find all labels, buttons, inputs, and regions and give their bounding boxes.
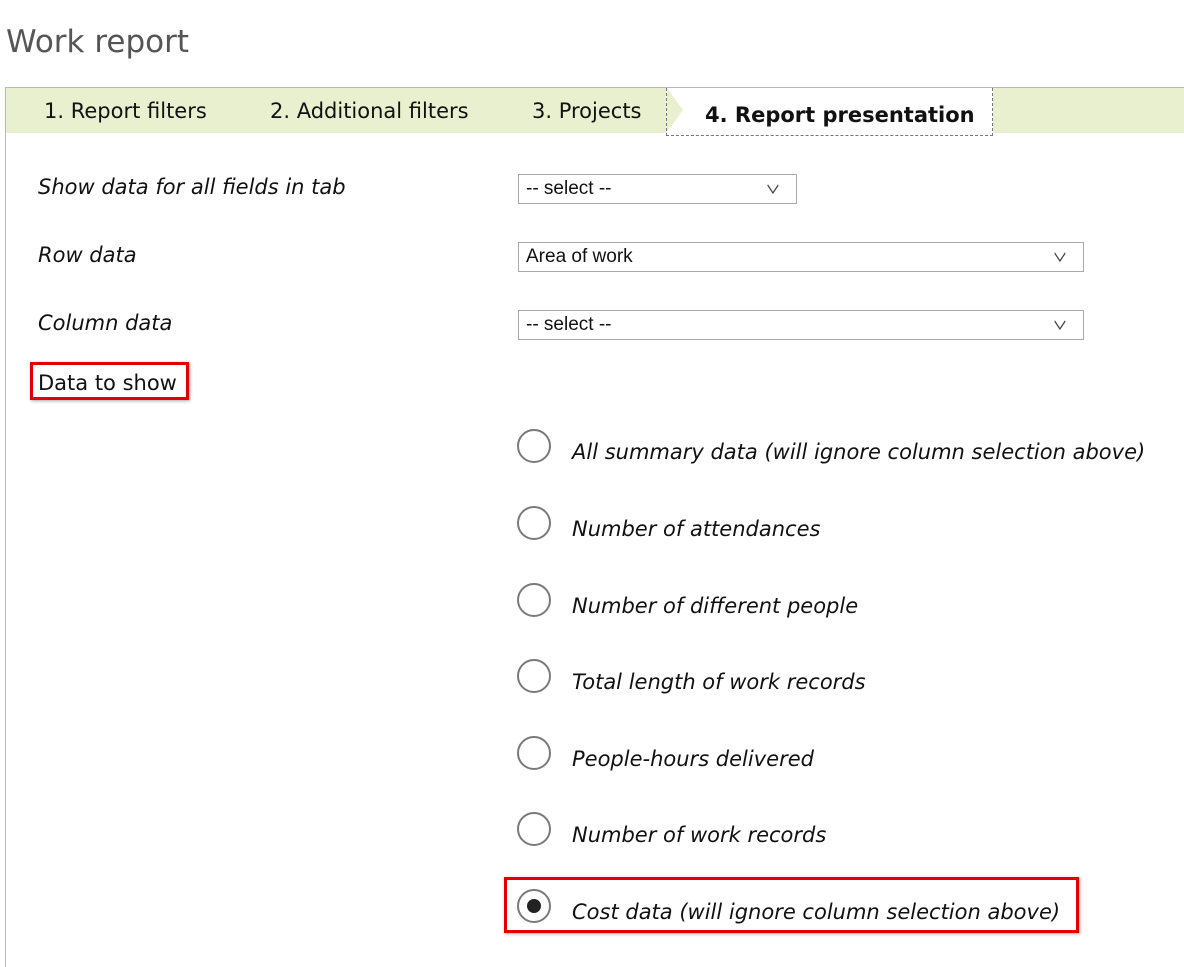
radio-label: Number of work records (572, 823, 827, 847)
radio-all-summary-data[interactable]: All summary data (will ignore column sel… (517, 429, 1177, 465)
radio-label: Number of different people (572, 594, 859, 618)
radio-label: All summary data (will ignore column sel… (572, 440, 1146, 464)
tab-arrow-icon (667, 88, 683, 132)
column-data-select[interactable]: -- select -- (518, 310, 1084, 340)
radio-label: People-hours delivered (572, 747, 814, 771)
row-data-value: Area of work (526, 246, 633, 267)
show-all-fields-value: -- select -- (526, 178, 612, 199)
chevron-down-icon (1054, 320, 1066, 331)
page-title: Work report (6, 24, 190, 60)
radio-button[interactable] (517, 429, 551, 463)
row-data-select[interactable]: Area of work (518, 242, 1084, 272)
data-to-show-label: Data to show (38, 371, 177, 395)
radio-button[interactable] (517, 583, 551, 617)
chevron-down-icon (767, 184, 779, 195)
show-all-fields-label: Show data for all fields in tab (38, 175, 346, 199)
radio-label: Number of attendances (572, 517, 821, 541)
radio-label: Cost data (will ignore column selection … (572, 900, 1061, 924)
tab-report-presentation-label: 4. Report presentation (705, 103, 975, 127)
column-data-label: Column data (38, 311, 173, 335)
radio-people-hours-delivered[interactable]: People-hours delivered (517, 736, 1177, 772)
radio-button[interactable] (517, 506, 551, 540)
tab-report-presentation[interactable]: 4. Report presentation (666, 88, 993, 136)
row-data-label: Row data (38, 243, 137, 267)
radio-cost-data[interactable]: Cost data (will ignore column selection … (517, 889, 1073, 925)
tab-report-filters[interactable]: 1. Report filters (44, 88, 207, 133)
radio-label: Total length of work records (572, 670, 866, 694)
radio-total-length-of-work-records[interactable]: Total length of work records (517, 659, 1177, 695)
radio-button[interactable] (517, 736, 551, 770)
radio-number-of-work-records[interactable]: Number of work records (517, 812, 1177, 848)
radio-button[interactable] (517, 889, 551, 923)
radio-number-of-attendances[interactable]: Number of attendances (517, 506, 1177, 542)
show-all-fields-select[interactable]: -- select -- (518, 174, 797, 204)
radio-number-of-different-people[interactable]: Number of different people (517, 583, 1177, 619)
radio-button[interactable] (517, 812, 551, 846)
chevron-down-icon (1054, 252, 1066, 263)
tab-projects[interactable]: 3. Projects (532, 88, 642, 133)
column-data-value: -- select -- (526, 314, 612, 335)
tab-additional-filters[interactable]: 2. Additional filters (270, 88, 469, 133)
radio-button[interactable] (517, 659, 551, 693)
